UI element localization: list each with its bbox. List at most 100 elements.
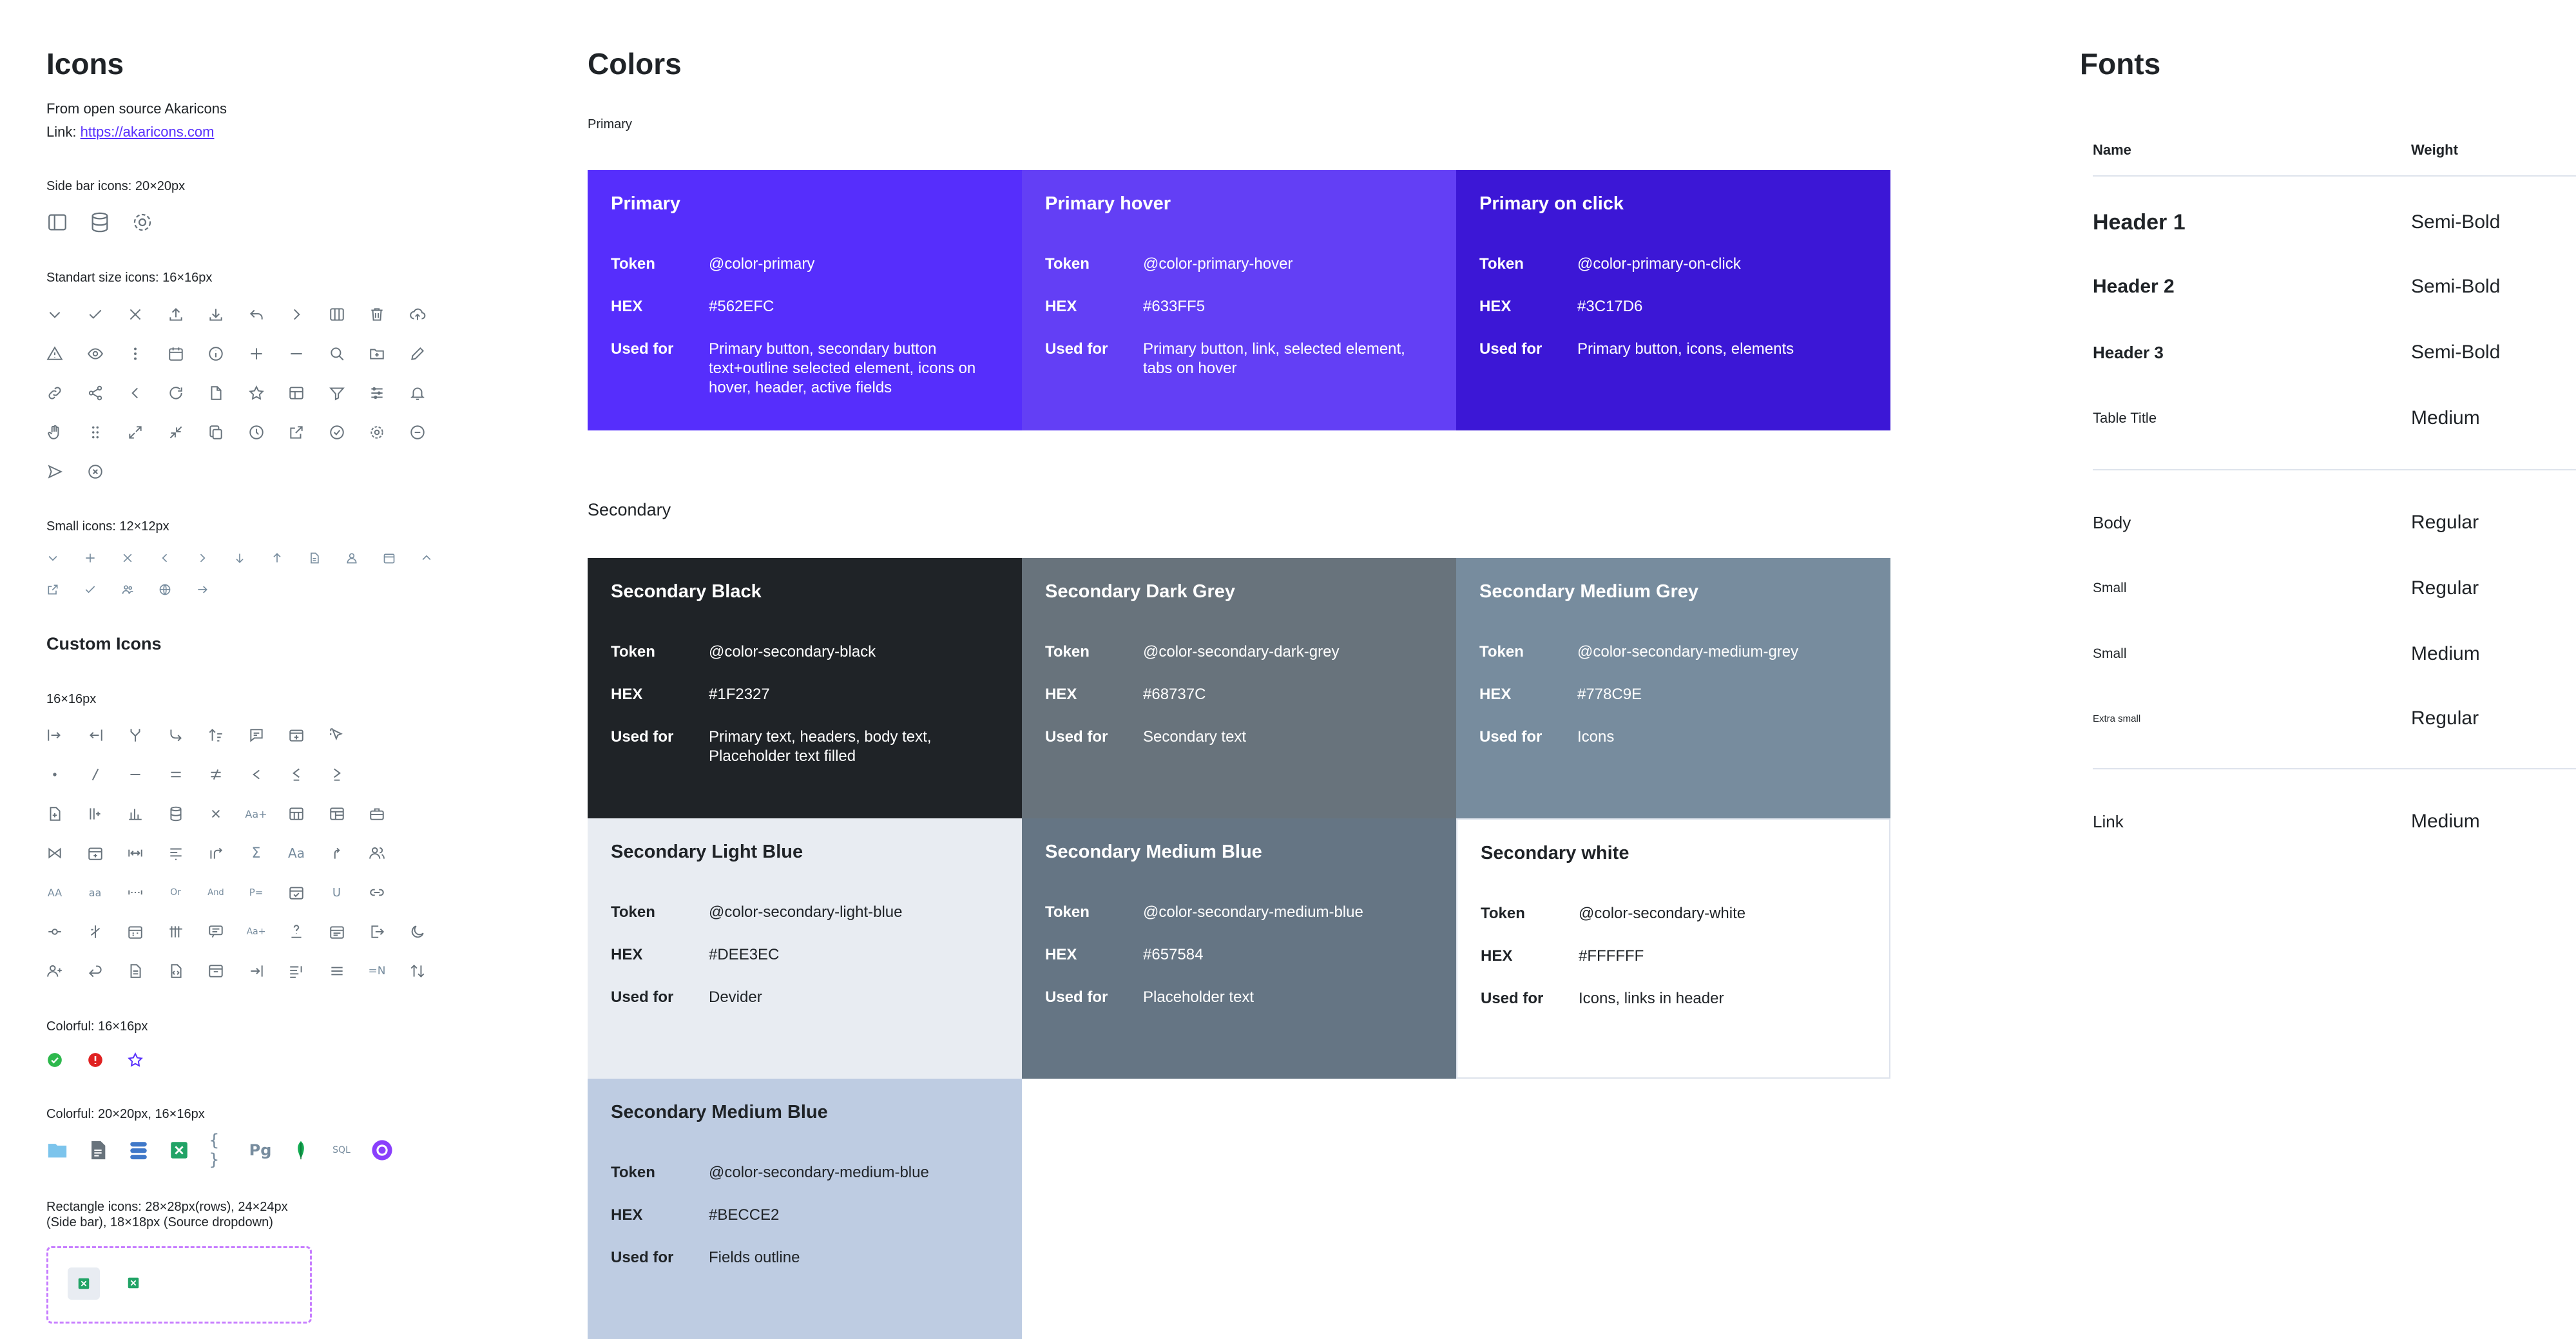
sidebar-panel-icon [46, 211, 68, 233]
swatch-token-row: Token @color-secondary-black [611, 642, 999, 662]
swatch-title: Secondary Dark Grey [1045, 581, 1235, 602]
swatch-token-row: Token @color-secondary-white [1481, 904, 1866, 923]
sql-text: SQL [332, 1145, 351, 1155]
hex-key: HEX [1481, 947, 1513, 965]
token-key: Token [1045, 643, 1090, 660]
font-weight: Regular [2411, 708, 2479, 729]
postgres-icon: Pg [249, 1139, 272, 1161]
icons-link-line: Link: https://akaricons.com [46, 124, 214, 140]
close-icon [127, 306, 144, 323]
token-key: Token [1481, 905, 1525, 922]
token-key: Token [1479, 255, 1524, 273]
filter-icon [329, 385, 345, 401]
font-style-icon: Aa+ [247, 923, 266, 940]
redirect-icon [207, 845, 224, 862]
color-swatch: Primary on click Token @color-primary-on-c… [1456, 170, 1890, 430]
width-icon [127, 845, 144, 862]
bell-icon [409, 385, 426, 401]
sidebar-icons-row [46, 211, 177, 233]
check-icon [87, 306, 104, 323]
primary-colors-label: Primary [588, 117, 632, 131]
font-name: Extra small [2093, 713, 2141, 724]
swatch-usage-row: Used for Secondary text [1045, 727, 1433, 747]
font-weight: Semi-Bold [2411, 342, 2501, 363]
sort-arrows-icon [409, 963, 426, 979]
token-value: @color-secondary-medium-grey [1577, 643, 1799, 660]
hex-value: #778C9E [1577, 686, 1642, 703]
file-icon [207, 385, 224, 401]
close-icon [121, 552, 134, 564]
and-text: And [207, 887, 224, 898]
token-key: Token [611, 643, 655, 660]
refresh-icon [168, 385, 184, 401]
color-swatch: Secondary Light Blue Token @color-secondar… [588, 818, 1022, 1079]
standard-icons-row-1 [46, 306, 449, 323]
sigma-icon: Σ [248, 845, 265, 862]
gear-icon [131, 211, 153, 233]
excel-icon [168, 1139, 190, 1161]
rectangle-icons-frame [46, 1246, 312, 1324]
font-weight: Regular [2411, 512, 2479, 533]
commit-icon [46, 923, 63, 940]
color-swatch: Secondary Medium Blue Token @color-seconda… [588, 1079, 1022, 1339]
akaricons-link[interactable]: https://akaricons.com [81, 124, 215, 140]
swatch-token-row: Token @color-secondary-medium-blue [1045, 903, 1433, 922]
arrow-up-icon [271, 552, 284, 564]
font-row-table-title: Table Title Medium [2093, 402, 2576, 434]
hex-key: HEX [1479, 686, 1512, 703]
chat-icon [248, 727, 265, 744]
equals-n-text: =N [368, 965, 386, 978]
swatch-usage-row: Used for Icons, links in header [1481, 989, 1866, 1008]
sidebar-icons-label: Side bar icons: 20×20px [46, 179, 186, 193]
hex-value: #68737C [1143, 686, 1206, 703]
hex-value: #DEE3EC [709, 946, 780, 963]
chevron-right-icon [196, 552, 209, 564]
person-icon [345, 552, 358, 564]
color-swatch: Secondary white Token @color-secondary-whi… [1456, 818, 1890, 1079]
colors-section-title: Colors [588, 47, 682, 81]
font-name: Header 1 [2093, 209, 2186, 235]
calendar-grid-icon [127, 923, 144, 940]
columns-adjust-icon [168, 923, 184, 940]
colorful-icons-row [46, 1052, 168, 1068]
align-left-bar-icon [87, 727, 104, 744]
swatch-title: Secondary Black [611, 581, 762, 602]
sql-icon: SQL [331, 1139, 352, 1161]
link-horizontal-icon [369, 884, 385, 901]
calendar-note-icon [329, 923, 345, 940]
custom-icons-row-3: Aa+ [46, 805, 409, 822]
file-doc-icon [87, 1139, 109, 1161]
database-icon [168, 805, 184, 822]
swatch-usage-row: Used for Fields outline [611, 1248, 999, 1267]
minus-icon [288, 345, 305, 362]
font-name: Table Title [2093, 410, 2157, 426]
triangle-alert-icon [46, 345, 63, 362]
icons-source-text: From open source Akaricons [46, 101, 227, 117]
corner-up-icon [329, 845, 345, 862]
link-chain-icon [46, 385, 63, 401]
color-swatch: Secondary Medium Blue Token @color-seconda… [1022, 818, 1456, 1079]
used-value: Primary button, icons, elements [1577, 340, 1794, 358]
used-key: Used for [611, 340, 674, 358]
database-icon [89, 211, 111, 233]
cloud-upload-icon [409, 306, 426, 323]
custom-icons-row-6: Aa+ [46, 923, 449, 940]
lowercase-icon: aa [87, 884, 104, 901]
fonts-divider-1 [2093, 469, 2576, 470]
brand-circle-icon [371, 1139, 393, 1161]
token-key: Token [1045, 903, 1090, 921]
font-add-text: Aa+ [245, 807, 267, 820]
standard-icons-row-4 [46, 424, 449, 441]
users-icon [369, 845, 385, 862]
table-layout-icon [329, 805, 345, 822]
font-case-text: Aa [288, 845, 305, 861]
json-braces-icon: { } [209, 1131, 231, 1170]
swatch-title: Secondary white [1481, 843, 1629, 863]
file-code-icon [168, 963, 184, 979]
merge-icon [127, 727, 144, 744]
table-icon [288, 385, 305, 401]
fonts-col-name: Name [2093, 142, 2131, 158]
excel-rect-icon-large [68, 1267, 100, 1300]
token-value: @color-primary-hover [1143, 255, 1293, 273]
mongodb-leaf-icon [290, 1139, 312, 1161]
